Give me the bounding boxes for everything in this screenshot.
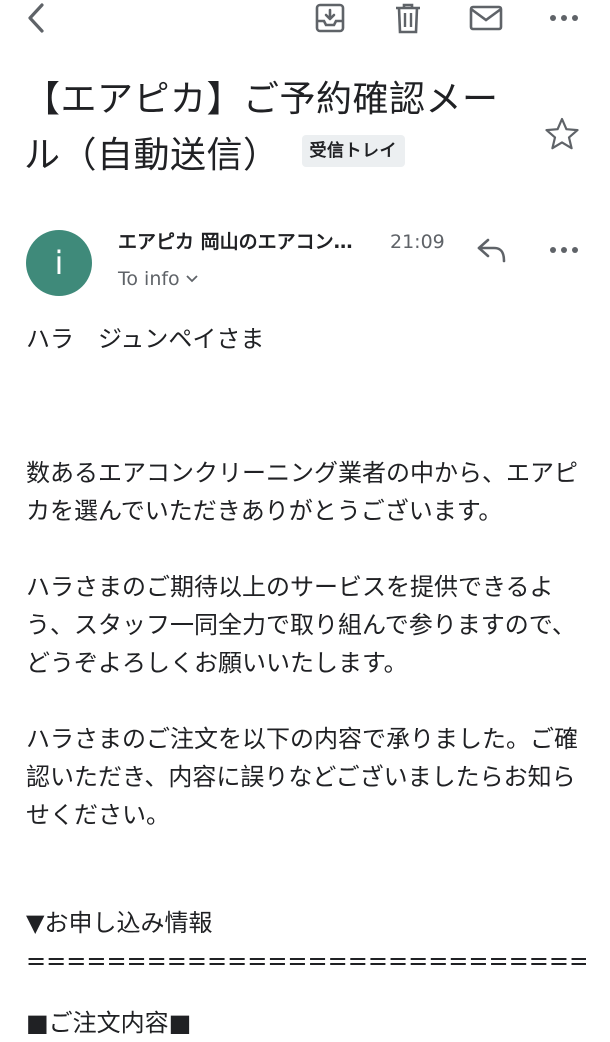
back-button[interactable] — [14, 0, 58, 36]
inbox-label-badge[interactable]: 受信トレイ — [301, 135, 406, 167]
body-paragraph-3: ハラさまのご注文を以下の内容で承りました。ご確認いただき、内容に誤りなどございま… — [26, 725, 578, 829]
delete-button[interactable] — [386, 0, 430, 36]
more-horizontal-icon — [550, 247, 578, 253]
message-more-button[interactable] — [540, 232, 588, 268]
recipient-text: To info — [118, 268, 180, 290]
reply-icon — [477, 238, 506, 263]
email-subject: 【エアピカ】ご予約確認メール（自動送信） 受信トレイ — [24, 72, 524, 184]
order-section-title: ■ご注文内容■ — [26, 1009, 192, 1037]
star-outline-icon — [545, 117, 579, 150]
more-horizontal-icon — [550, 15, 578, 21]
message-time: 21:09 — [390, 231, 445, 253]
email-body: ハラ ジュンペイさま 数あるエアコンクリーニング業者の中から、エアピカを選んでい… — [26, 320, 586, 1042]
body-paragraph-2: ハラさまのご期待以上のサービスを提供できるよう、スタッフ一同全力で取り組んで参り… — [26, 573, 576, 677]
trash-icon — [396, 3, 420, 34]
divider-line: ================================ — [26, 947, 586, 975]
top-toolbar — [0, 0, 610, 40]
star-button[interactable] — [544, 116, 584, 156]
greeting: ハラ ジュンペイさま — [26, 325, 265, 353]
sender-avatar[interactable]: i — [26, 230, 92, 296]
reply-button[interactable] — [470, 232, 514, 268]
archive-button[interactable] — [308, 0, 352, 36]
body-paragraph-1: 数あるエアコンクリーニング業者の中から、エアピカを選んでいただきありがとうござい… — [26, 459, 578, 525]
avatar-letter: i — [54, 244, 64, 282]
mark-unread-button[interactable] — [464, 0, 508, 36]
mail-icon — [469, 5, 503, 31]
archive-icon — [315, 3, 345, 33]
recipient-details-toggle[interactable]: To info — [118, 266, 198, 292]
back-arrow-icon — [28, 3, 44, 33]
chevron-down-icon — [186, 275, 198, 283]
section-title: ▼お申し込み情報 — [26, 909, 213, 937]
more-options-button[interactable] — [542, 0, 586, 36]
sender-name[interactable]: エアピカ 岡山のエアコン… — [118, 228, 388, 256]
subject-title: 【エアピカ】ご予約確認メール（自動送信） — [24, 79, 499, 176]
